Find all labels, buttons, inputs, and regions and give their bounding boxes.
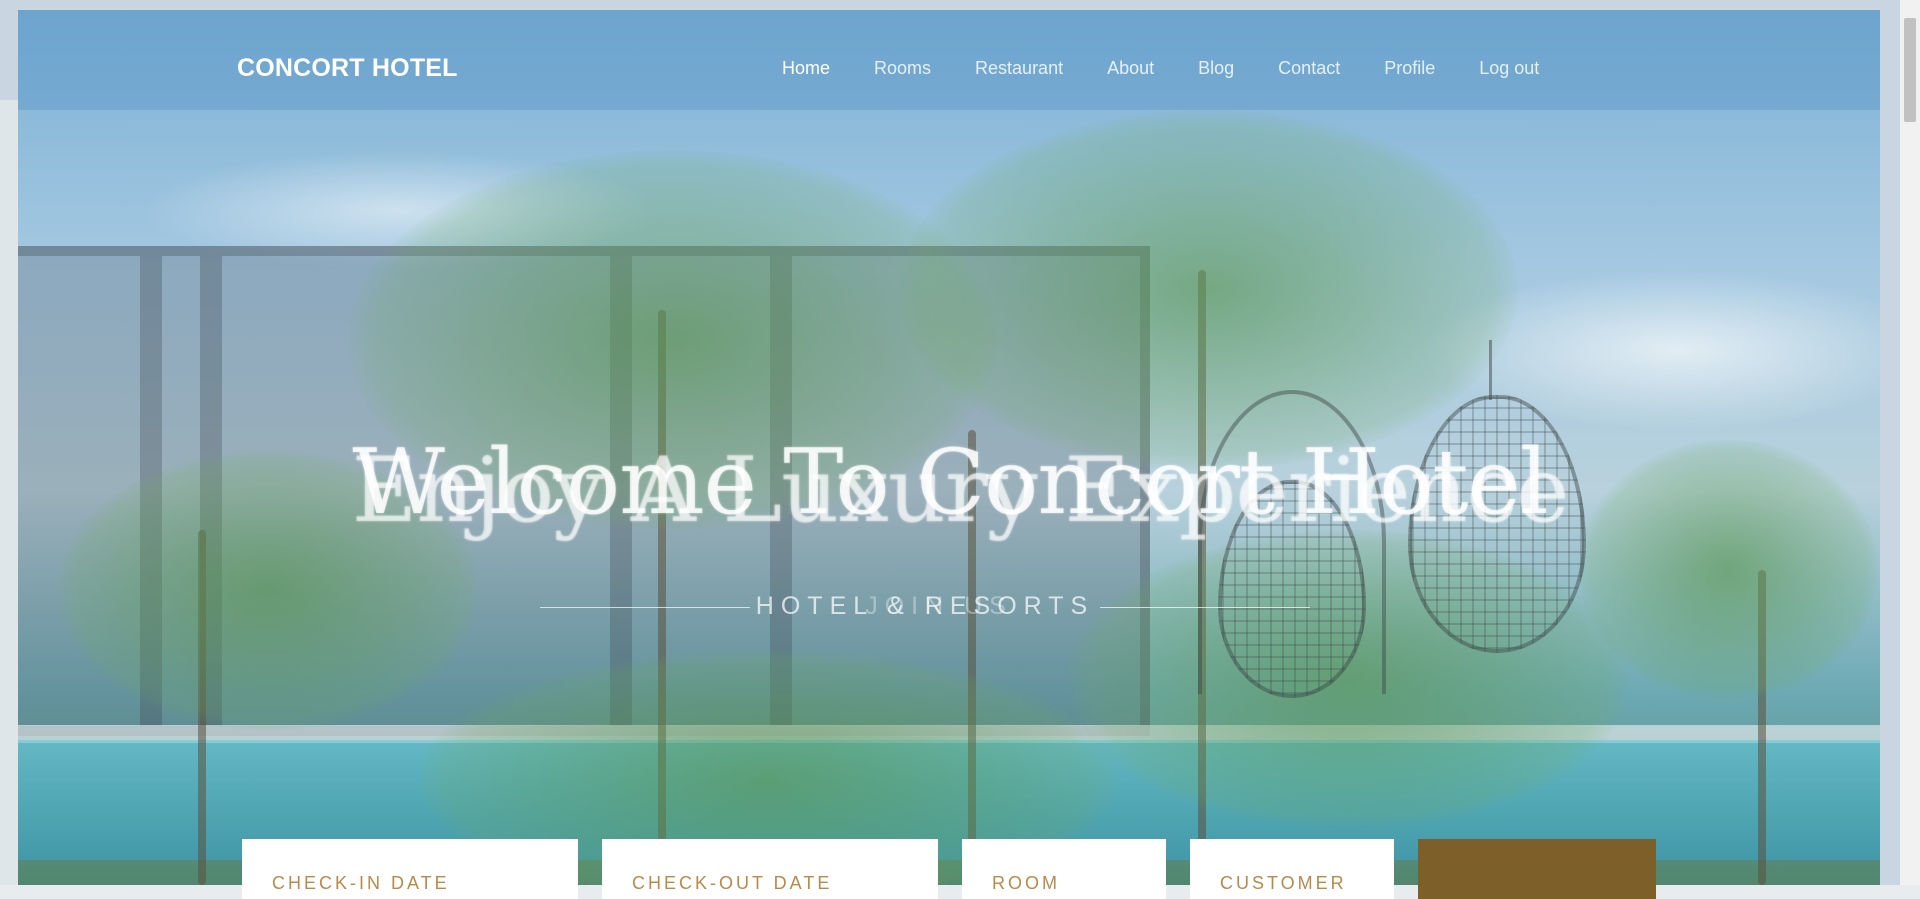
nav-restaurant[interactable]: Restaurant xyxy=(975,58,1063,79)
customer-field[interactable]: CUSTOMER xyxy=(1190,839,1394,899)
nav-home[interactable]: Home xyxy=(782,58,830,79)
hero-subtitle-group: JOIN US HOTEL & RESORTS xyxy=(540,592,1310,622)
customer-label: CUSTOMER xyxy=(1220,873,1347,893)
nav-blog[interactable]: Blog xyxy=(1198,58,1234,79)
room-field[interactable]: ROOM xyxy=(962,839,1166,899)
main-nav: Home Rooms Restaurant About Blog Contact… xyxy=(782,58,1583,79)
hero-subtitle: HOTEL & RESORTS xyxy=(755,592,1095,620)
site-logo[interactable]: CONCORT HOTEL xyxy=(237,54,458,83)
nav-about[interactable]: About xyxy=(1107,58,1154,79)
scrollbar-thumb[interactable] xyxy=(1904,18,1916,122)
checkout-date-field[interactable]: CHECK-OUT DATE xyxy=(602,839,938,899)
nav-profile[interactable]: Profile xyxy=(1384,58,1435,79)
checkin-date-field[interactable]: CHECK-IN DATE xyxy=(242,839,578,899)
check-availability-button[interactable] xyxy=(1418,839,1656,899)
hero-title: Welcome To Concort Hotel xyxy=(352,430,1548,535)
checkout-date-label: CHECK-OUT DATE xyxy=(632,873,833,893)
palm-fronds xyxy=(898,110,1518,470)
room-label: ROOM xyxy=(992,873,1060,893)
chair-chain xyxy=(1489,340,1492,400)
scrollbar[interactable] xyxy=(1900,0,1920,885)
checkin-date-label: CHECK-IN DATE xyxy=(272,873,450,893)
nav-logout[interactable]: Log out xyxy=(1479,58,1539,79)
nav-rooms[interactable]: Rooms xyxy=(874,58,931,79)
nav-contact[interactable]: Contact xyxy=(1278,58,1340,79)
